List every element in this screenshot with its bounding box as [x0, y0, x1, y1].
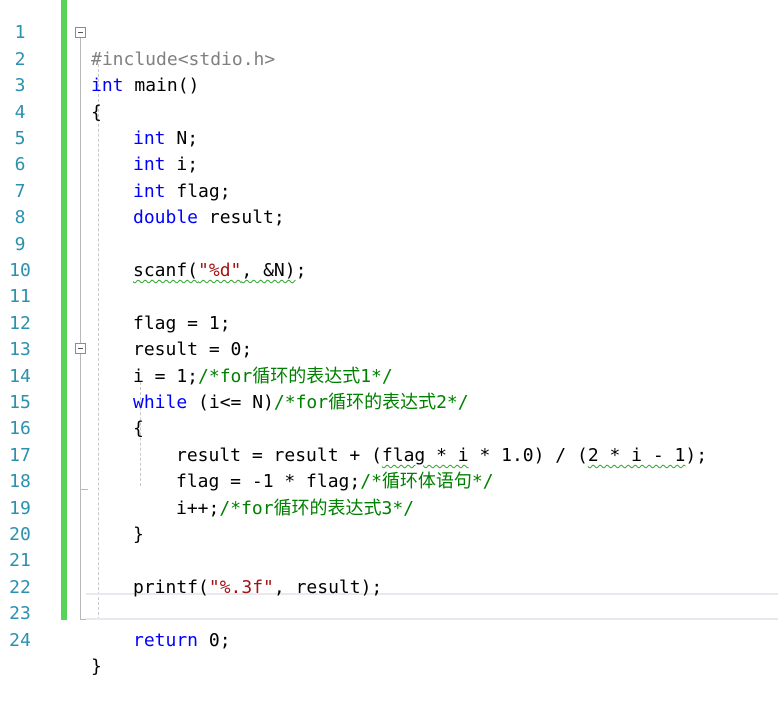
code-line-13: 13 i = 1;/*for循环的表达式1*/ [0, 311, 778, 386]
keyword: return [133, 629, 199, 651]
code-line-20: 20 [0, 496, 778, 545]
code-line-8: 8 [0, 179, 778, 228]
code-line-14: 14 while (i<= N)/*for循环的表达式2*/ [0, 337, 778, 413]
code-line-2: 2 int main() [0, 20, 778, 96]
code-line-1: 1 #include<stdio.h> [0, 0, 778, 69]
code-line-10: 10 [0, 232, 778, 281]
code-line-17: 17 flag = -1 * flag;/*循环体语句*/ [0, 416, 778, 492]
line-number: 24 [9, 629, 31, 651]
code-line-19: 19 } [0, 469, 778, 545]
code-line-9: 9 scanf("%d", &N); [0, 205, 778, 281]
code-line-18: 18 i++;/*for循环的表达式3*/ [0, 443, 778, 518]
code-line-16: 16 result = result + (flag * i * 1.0) / … [0, 390, 778, 465]
code-line-12: 12 result = 0; [0, 284, 778, 360]
code-text: return 0; [133, 628, 231, 654]
code-text: } [91, 656, 102, 677]
code-line-21: 21 printf("%.3f", result); [0, 522, 778, 597]
code-line-23: 23 return 0; [0, 575, 778, 650]
code-line-6: 6 int flag; [0, 126, 778, 201]
code-line-3: 3 { [0, 47, 778, 122]
code-line-7: 7 double result; [0, 152, 778, 228]
code-line-4: 4 int N; [0, 73, 778, 149]
code-line-5: 5 int i; [0, 100, 778, 175]
code-line-24: 24 } [0, 601, 778, 677]
code-line-11: 11 flag = 1; [0, 258, 778, 333]
code-line-22: 22 [0, 548, 778, 598]
code-token: 0; [198, 629, 231, 651]
code-editor[interactable]: 1 #include<stdio.h> 2 int main() 3 { 4 i… [0, 0, 778, 677]
code-line-15: 15 { [0, 364, 778, 439]
